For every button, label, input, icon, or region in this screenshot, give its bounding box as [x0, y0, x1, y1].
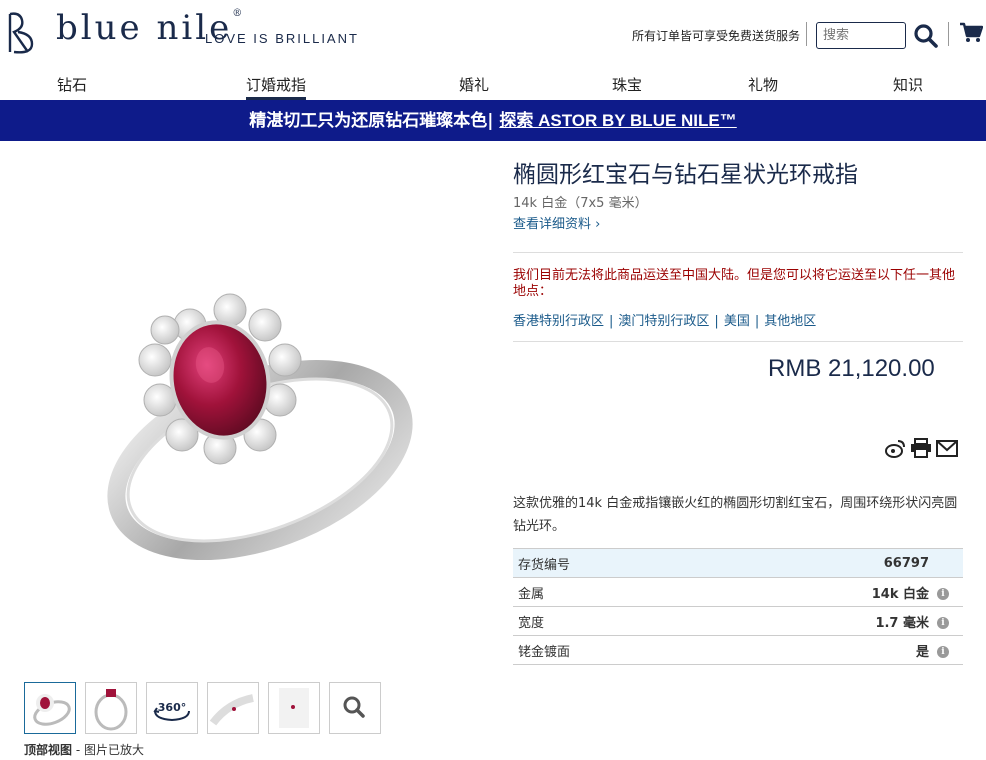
print-icon[interactable]	[910, 438, 932, 458]
nav-item-engagement-rings[interactable]: 订婚戒指	[246, 74, 307, 100]
spec-info-cell: i	[937, 635, 963, 665]
spec-row-metal: 金属 14k 白金 i	[513, 577, 963, 607]
product-subtitle: 14k 白金（7x5 毫米）	[513, 196, 648, 211]
banner-explore-link[interactable]: 探索 ASTOR BY BLUE NILE™	[499, 111, 736, 130]
spec-row-width: 宽度 1.7 毫米 i	[513, 606, 963, 636]
thumbnail-top-view[interactable]	[24, 682, 76, 734]
search-icon[interactable]	[913, 23, 939, 49]
thumbnail-caption: 顶部视图 - 图片已放大	[24, 741, 144, 758]
region-separator: |	[609, 314, 614, 329]
main-nav: 钻石 订婚戒指 婚礼 珠宝 礼物 知识	[0, 68, 986, 100]
banner-text: 精湛切工只为还原钻石璀璨本色|	[249, 111, 494, 131]
magnifier-icon	[343, 696, 365, 718]
caption-view-name: 顶部视图	[24, 743, 73, 757]
spec-info-cell: i	[937, 606, 963, 636]
nav-item-jewelry[interactable]: 珠宝	[612, 74, 642, 95]
shipping-regions: 香港特别行政区 | 澳门特别行政区 | 美国 | 其他地区	[513, 310, 816, 329]
region-separator: |	[714, 314, 719, 329]
thumbnail-hand-closeup[interactable]	[268, 682, 320, 734]
spec-info-cell: i	[937, 577, 963, 607]
ring-side-thumb-icon	[94, 689, 128, 731]
view-details-link[interactable]: 查看详细资料 ›	[513, 213, 600, 232]
product-image-ring[interactable]	[70, 270, 430, 570]
thumbnail-side-view[interactable]	[85, 682, 137, 734]
spec-value: 66797	[711, 548, 937, 578]
spec-value: 14k 白金	[711, 577, 937, 607]
brand-tagline: LOVE IS BRILLIANT	[205, 31, 359, 46]
info-icon[interactable]: i	[937, 587, 949, 600]
spec-label: 金属	[513, 577, 712, 607]
caption-note: - 图片已放大	[72, 743, 144, 757]
weibo-icon[interactable]	[884, 438, 906, 458]
spec-row-stock-number: 存货编号 66797	[513, 548, 963, 578]
hand-thumb-icon	[209, 694, 254, 726]
product-description: 这款优雅的14k 白金戒指镶嵌火红的椭圆形切割红宝石，周围环绕形状闪亮圆钻光环。	[513, 496, 958, 534]
nav-item-gifts[interactable]: 礼物	[748, 74, 778, 95]
header-divider	[948, 22, 949, 46]
region-separator: |	[754, 314, 760, 329]
site-header: blue nile® LOVE IS BRILLIANT 所有订单皆可享受免费送…	[0, 0, 986, 68]
spec-label: 存货编号	[513, 548, 712, 578]
nav-item-diamonds[interactable]: 钻石	[57, 74, 87, 95]
badge-360-label: 360°	[158, 701, 186, 714]
info-icon[interactable]: i	[937, 616, 949, 629]
email-icon[interactable]	[936, 438, 958, 458]
zoom-button[interactable]	[329, 682, 381, 734]
spec-label: 铑金镀面	[513, 635, 712, 665]
shipping-warning: 我们目前无法将此商品运送至中国大陆。但是您可以将它运送至以下任一其他地点：	[513, 268, 956, 299]
search-input[interactable]	[816, 22, 906, 49]
nav-item-education[interactable]: 知识	[893, 74, 923, 95]
region-link-other[interactable]: 其他地区	[764, 314, 816, 329]
region-link-hong-kong[interactable]: 香港特别行政区	[513, 314, 604, 329]
rotate-360-icon: 360°	[153, 701, 190, 722]
section-divider	[513, 252, 963, 253]
spec-value: 是	[711, 635, 937, 665]
spec-value: 1.7 毫米	[711, 606, 937, 636]
thumbnail-360-view[interactable]: 360°	[146, 682, 198, 734]
header-divider	[806, 22, 807, 46]
section-divider	[513, 341, 963, 342]
product-title: 椭圆形红宝石与钻石星状光环戒指	[513, 162, 858, 188]
spec-info-cell	[937, 548, 963, 578]
spec-row-rhodium-plating: 铑金镀面 是 i	[513, 635, 963, 665]
thumbnail-on-hand[interactable]	[207, 682, 259, 734]
spec-label: 宽度	[513, 606, 712, 636]
registered-mark: ®	[232, 8, 243, 19]
product-price: RMB 21,120.00	[768, 355, 935, 382]
info-icon[interactable]: i	[937, 645, 949, 658]
hand-closeup-thumb-icon	[279, 688, 309, 728]
spec-table: 存货编号 66797 金属 14k 白金 i 宽度 1.7 毫米 i 铑金镀面 …	[513, 548, 963, 665]
promo-banner: 精湛切工只为还原钻石璀璨本色| 探索 ASTOR BY BLUE NILE™	[0, 100, 986, 141]
region-link-macau[interactable]: 澳门特别行政区	[618, 314, 709, 329]
cart-icon[interactable]	[959, 22, 983, 44]
ring-top-thumb-icon	[33, 694, 71, 726]
blue-nile-logo-icon[interactable]	[6, 10, 38, 56]
free-shipping-text[interactable]: 所有订单皆可享受免费送货服务	[632, 27, 800, 44]
region-link-usa[interactable]: 美国	[724, 314, 750, 329]
nav-item-wedding[interactable]: 婚礼	[459, 74, 489, 95]
